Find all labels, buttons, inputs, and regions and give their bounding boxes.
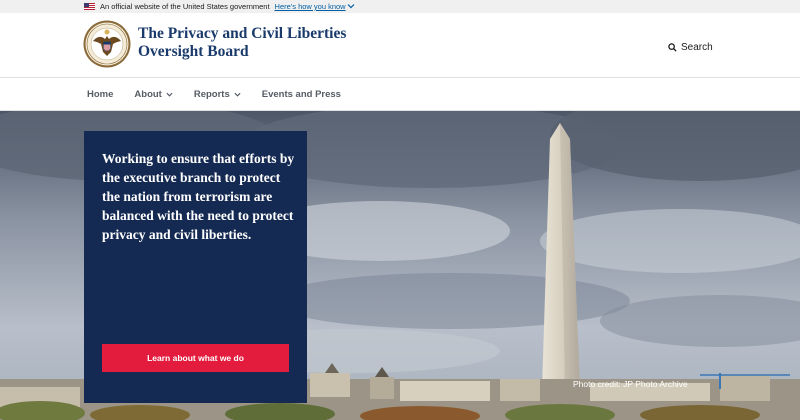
site-title[interactable]: The Privacy and Civil Liberties Oversigh… bbox=[138, 25, 346, 61]
main-nav: Home About Reports Events and Press bbox=[0, 77, 800, 111]
nav-item-label: Events and Press bbox=[261, 88, 341, 100]
nav-item-reports[interactable]: Reports bbox=[194, 89, 241, 100]
chevron-down-icon bbox=[166, 92, 173, 97]
nav-item-about[interactable]: About bbox=[134, 88, 173, 100]
seal-logo-icon[interactable] bbox=[83, 20, 131, 68]
photo-credit: Photo credit: JP Photo Archive bbox=[573, 379, 688, 389]
chevron-down-icon[interactable] bbox=[347, 2, 355, 11]
search-label: Search bbox=[681, 42, 713, 53]
heres-how-you-know-link[interactable]: Here's how you know bbox=[275, 2, 346, 11]
chevron-down-icon bbox=[234, 92, 241, 97]
hero-section: Working to ensure that efforts by the ex… bbox=[0, 111, 800, 420]
learn-about-button[interactable]: Learn about what we do bbox=[102, 344, 289, 372]
gov-banner-text: An official website of the United States… bbox=[100, 2, 270, 11]
nav-item-label: Reports bbox=[193, 88, 230, 100]
search-icon bbox=[668, 43, 677, 52]
nav-item-events-and-press[interactable]: Events and Press bbox=[262, 89, 341, 100]
hero-card: Working to ensure that efforts by the ex… bbox=[84, 131, 307, 403]
us-flag-icon bbox=[84, 3, 95, 10]
site-title-line1: The Privacy and Civil Liberties bbox=[138, 25, 347, 42]
site-title-line2: Oversight Board bbox=[138, 43, 249, 60]
gov-banner: An official website of the United States… bbox=[0, 0, 800, 13]
search-button[interactable]: Search bbox=[668, 42, 713, 53]
nav-item-label: About bbox=[134, 88, 162, 100]
nav-item-home[interactable]: Home bbox=[87, 89, 113, 100]
hero-mission-text: Working to ensure that efforts by the ex… bbox=[102, 151, 295, 242]
nav-item-label: Home bbox=[87, 88, 114, 100]
site-header: The Privacy and Civil Liberties Oversigh… bbox=[0, 13, 800, 77]
